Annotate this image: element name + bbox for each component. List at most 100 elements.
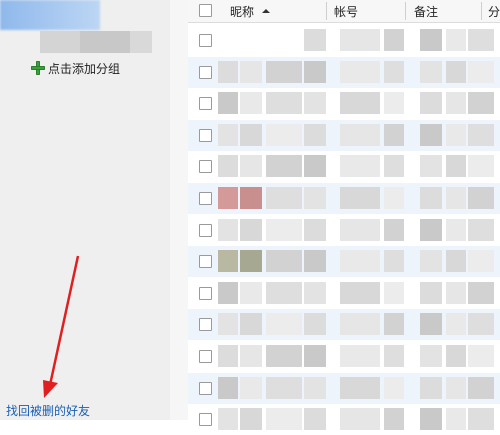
row-checkbox[interactable] [199, 350, 212, 363]
blurred-cell [446, 155, 466, 178]
blurred-cell [266, 376, 302, 399]
table-row[interactable] [188, 372, 500, 404]
blurred-cell [420, 92, 442, 115]
row-checkbox[interactable] [199, 223, 212, 237]
row-checkbox[interactable] [199, 381, 212, 395]
blurred-cell [266, 218, 302, 241]
row-checkbox[interactable] [199, 65, 212, 79]
row-checkbox[interactable] [199, 128, 212, 142]
blurred-cell [218, 376, 238, 399]
blurred-cell [218, 313, 238, 336]
blurred-cell [468, 123, 494, 146]
blurred-cell [240, 408, 262, 431]
blurred-cell [240, 218, 262, 241]
blurred-cell [446, 250, 466, 273]
blurred-cell [218, 345, 238, 367]
blurred-cell [420, 281, 442, 304]
blurred-cell [446, 187, 466, 209]
column-header-nickname[interactable]: 昵称 [230, 3, 254, 20]
blurred-cell [266, 187, 302, 209]
blurred-cell [468, 376, 494, 399]
blurred-cell [240, 92, 262, 115]
blurred-cell [218, 92, 238, 115]
table-row[interactable] [188, 88, 500, 120]
blurred-cell [266, 281, 302, 304]
blurred-cell [304, 155, 326, 178]
blurred-cell [446, 408, 466, 431]
sort-ascending-icon [262, 9, 270, 13]
row-checkbox[interactable] [199, 255, 212, 269]
blurred-cell [340, 92, 380, 115]
blurred-cell [304, 250, 326, 273]
blurred-cell [420, 345, 442, 367]
row-checkbox[interactable] [199, 192, 212, 205]
blurred-cell [304, 313, 326, 336]
blurred-cell [420, 123, 442, 146]
blurred-cell [468, 29, 494, 51]
blurred-cell [266, 345, 302, 367]
table-row[interactable] [188, 309, 500, 341]
row-checkbox[interactable] [199, 97, 212, 111]
blurred-cell [266, 123, 302, 146]
blurred-cell [218, 155, 238, 178]
blurred-cell [446, 345, 466, 367]
blurred-cell [240, 187, 262, 209]
blurred-cell [446, 376, 466, 399]
blurred-cell [420, 376, 442, 399]
blurred-cell [446, 92, 466, 115]
column-separator[interactable] [405, 2, 406, 20]
column-header-account[interactable]: 帐号 [334, 3, 358, 20]
blurred-cell [384, 408, 404, 431]
column-separator[interactable] [481, 2, 482, 20]
blurred-cell [266, 313, 302, 336]
blurred-cell [446, 218, 466, 241]
row-checkbox[interactable] [199, 160, 212, 174]
blurred-cell [340, 376, 380, 399]
table-row[interactable] [188, 183, 500, 214]
blurred-cell [304, 218, 326, 241]
table-row[interactable] [188, 341, 500, 372]
table-header: 昵称 帐号 备注 分 [188, 0, 500, 23]
blurred-cell [304, 345, 326, 367]
column-separator[interactable] [326, 2, 327, 20]
blurred-cell [304, 60, 326, 83]
blurred-cell [340, 218, 380, 241]
blurred-cell [420, 187, 442, 209]
blurred-cell [240, 345, 262, 367]
column-header-remark[interactable]: 备注 [414, 3, 438, 20]
friend-table: 昵称 帐号 备注 分 [188, 0, 500, 435]
blurred-cell [340, 187, 380, 209]
blurred-cell [468, 92, 494, 115]
table-row[interactable] [188, 277, 500, 309]
table-row[interactable] [188, 119, 500, 151]
blurred-cell [340, 60, 380, 83]
blurred-cell [384, 60, 404, 83]
blurred-cell [468, 187, 494, 209]
blurred-cell [446, 123, 466, 146]
blurred-cell [384, 218, 404, 241]
blurred-cell [446, 29, 466, 51]
table-row[interactable] [188, 246, 500, 278]
table-row[interactable] [188, 25, 500, 56]
blurred-cell [468, 313, 494, 336]
select-all-checkbox[interactable] [199, 4, 212, 17]
blurred-cell [240, 376, 262, 399]
blurred-cell [340, 345, 380, 367]
row-checkbox[interactable] [199, 286, 212, 300]
row-checkbox[interactable] [199, 318, 212, 332]
table-row[interactable] [188, 56, 500, 88]
table-row[interactable] [188, 214, 500, 246]
table-row[interactable] [188, 151, 500, 183]
blurred-cell [384, 376, 404, 399]
blurred-cell [384, 92, 404, 115]
blurred-cell [384, 155, 404, 178]
blurred-cell [218, 408, 238, 431]
blurred-cell [384, 29, 404, 51]
blurred-cell [240, 313, 262, 336]
blurred-cell [304, 92, 326, 115]
column-header-group[interactable]: 分 [488, 3, 500, 20]
row-checkbox[interactable] [199, 34, 212, 47]
blurred-cell [218, 123, 238, 146]
blurred-cell [420, 313, 442, 336]
blurred-cell [304, 408, 326, 431]
